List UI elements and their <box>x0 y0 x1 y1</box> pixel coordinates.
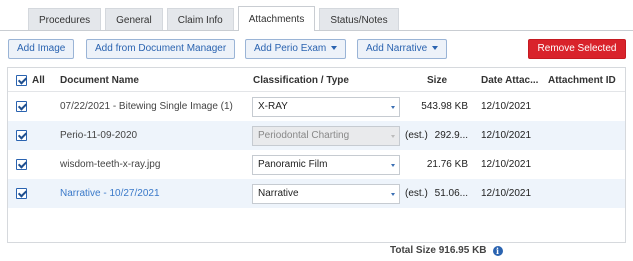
caret-down-icon <box>331 46 338 51</box>
add-perio-exam-label: Add Perio Exam <box>254 43 327 54</box>
tab-bar: Procedures General Claim Info Attachment… <box>28 6 403 31</box>
size-cell: (est.) 292.9... <box>405 121 468 150</box>
row-checkbox[interactable] <box>16 101 27 112</box>
select-all-cell: All <box>16 68 45 92</box>
date-attached: 12/10/2021 <box>481 101 532 112</box>
size-cell: 543.98 KB <box>405 92 468 121</box>
dropdown-arrow-icon <box>391 105 395 109</box>
date-attached: 12/10/2021 <box>481 188 532 199</box>
date-attached: 12/10/2021 <box>481 130 532 141</box>
add-image-label: Add Image <box>17 43 66 54</box>
classification-select: Periodontal Charting <box>252 125 400 146</box>
size-cell: 21.76 KB <box>405 150 468 179</box>
table-row[interactable]: Perio-11-09-2020 Periodontal Charting (e… <box>8 121 625 150</box>
remove-selected-button[interactable]: Remove Selected <box>528 39 626 59</box>
tab-claim-info[interactable]: Claim Info <box>166 8 234 31</box>
size-estimate-label: (est.) <box>405 188 428 199</box>
total-size: Total Size 916.95 KB i <box>390 245 503 256</box>
select-all-checkbox[interactable] <box>16 74 27 86</box>
row-checkbox[interactable] <box>16 130 27 141</box>
classification-value: Narrative <box>258 188 299 199</box>
add-perio-exam-button[interactable]: Add Perio Exam <box>245 39 347 59</box>
attachments-grid: All Document Name Classification / Type … <box>7 67 626 243</box>
remove-selected-label: Remove Selected <box>537 43 617 54</box>
document-name: 07/22/2021 - Bitewing Single Image (1) <box>60 101 233 112</box>
column-header-attachment-id[interactable]: Attachment ID <box>548 68 616 92</box>
add-from-document-manager-label: Add from Document Manager <box>95 43 227 54</box>
classification-select[interactable]: Narrative <box>252 183 400 204</box>
table-row[interactable]: 07/22/2021 - Bitewing Single Image (1) X… <box>8 92 625 121</box>
document-name: Perio-11-09-2020 <box>60 130 138 141</box>
column-header-document-name[interactable]: Document Name <box>60 68 139 92</box>
size-value: 51.06... <box>434 188 468 199</box>
tab-general[interactable]: General <box>105 8 163 31</box>
dropdown-arrow-icon <box>391 163 395 167</box>
tab-attachments[interactable]: Attachments <box>237 6 316 31</box>
table-row[interactable]: wisdom-teeth-x-ray.jpg Panoramic Film 21… <box>8 150 625 179</box>
classification-select[interactable]: Panoramic Film <box>252 154 400 175</box>
size-value: 543.98 KB <box>421 101 468 112</box>
row-checkbox[interactable] <box>16 159 27 170</box>
tab-status-notes[interactable]: Status/Notes <box>319 8 399 31</box>
classification-select[interactable]: X-RAY <box>252 96 400 117</box>
classification-value: Panoramic Film <box>258 159 328 170</box>
size-value: 292.9... <box>434 130 468 141</box>
document-name-link[interactable]: Narrative - 10/27/2021 <box>60 179 160 208</box>
date-attached: 12/10/2021 <box>481 159 532 170</box>
add-narrative-label: Add Narrative <box>366 43 428 54</box>
tab-divider <box>0 30 633 31</box>
column-header-date-attached[interactable]: Date Attac... <box>481 68 541 92</box>
tab-procedures[interactable]: Procedures <box>28 8 102 31</box>
dropdown-arrow-icon <box>391 134 395 138</box>
info-icon[interactable]: i <box>492 245 503 256</box>
row-checkbox[interactable] <box>16 188 27 199</box>
select-all-label: All <box>32 74 45 86</box>
dropdown-arrow-icon <box>391 192 395 196</box>
size-estimate-label: (est.) <box>405 130 428 141</box>
column-header-classification[interactable]: Classification / Type <box>253 68 349 92</box>
add-from-document-manager-button[interactable]: Add from Document Manager <box>86 39 236 59</box>
size-cell: (est.) 51.06... <box>405 179 468 208</box>
add-narrative-button[interactable]: Add Narrative <box>357 39 448 59</box>
grid-header: All Document Name Classification / Type … <box>8 68 625 92</box>
caret-down-icon <box>432 46 439 51</box>
add-image-button[interactable]: Add Image <box>8 39 75 59</box>
classification-value: Periodontal Charting <box>258 130 350 141</box>
document-name: wisdom-teeth-x-ray.jpg <box>60 159 161 170</box>
table-row[interactable]: Narrative - 10/27/2021 Narrative (est.) … <box>8 179 625 208</box>
total-size-label: Total Size 916.95 KB <box>390 245 487 256</box>
size-value: 21.76 KB <box>426 159 468 170</box>
classification-value: X-RAY <box>258 101 288 112</box>
column-header-size[interactable]: Size <box>427 68 447 92</box>
